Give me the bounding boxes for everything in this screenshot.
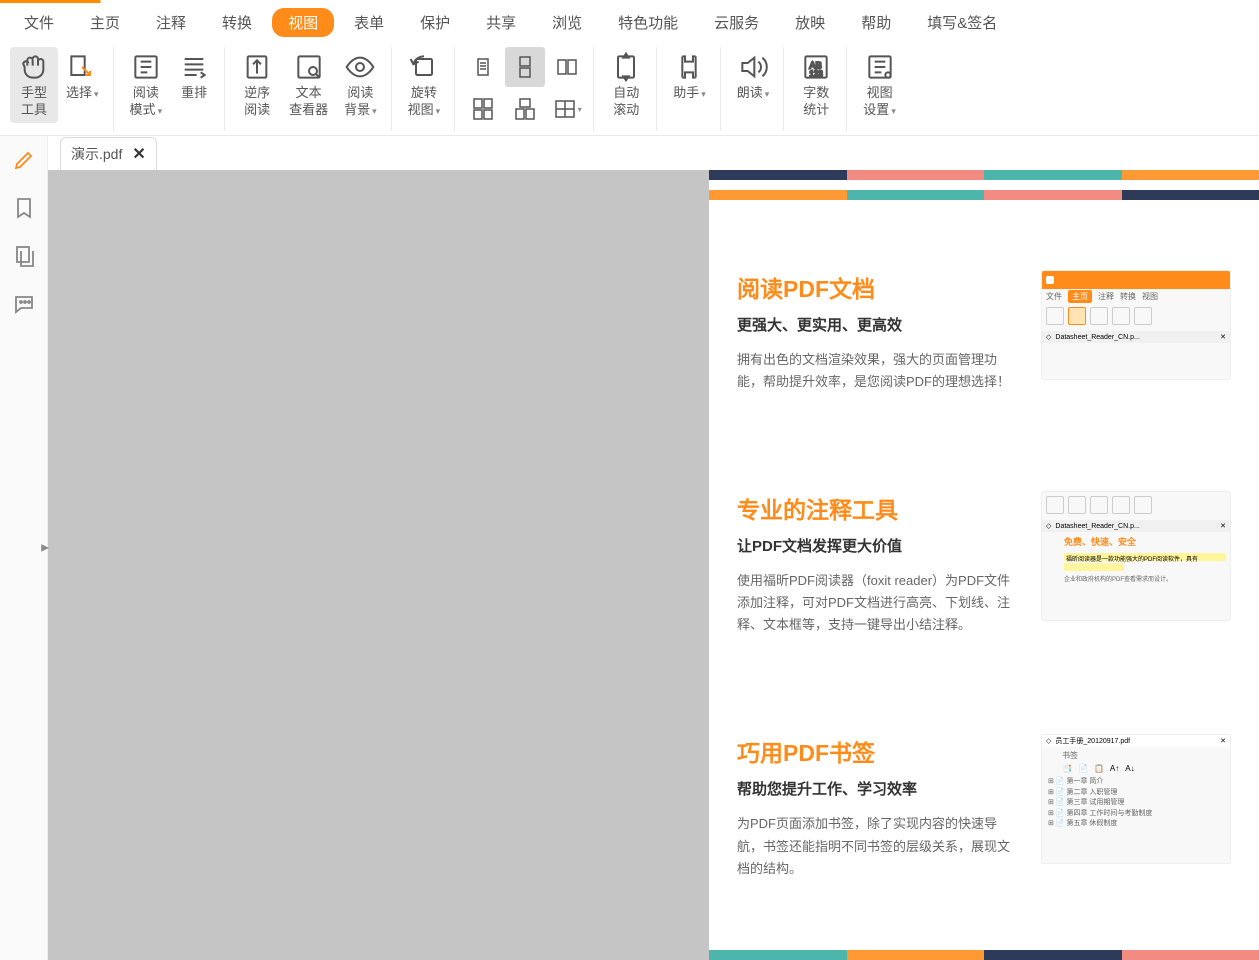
menu-features[interactable]: 特色功能	[602, 8, 694, 37]
feature-1-desc: 拥有出色的文档渲染效果，强大的页面管理功能，帮助提升效率，是您阅读PDF的理想选…	[737, 349, 1021, 393]
comment-icon[interactable]	[12, 292, 36, 316]
word-count-icon: AB123	[800, 51, 832, 83]
ribbon: 手型 工具 选择 阅读 模式 重排 逆序 阅读 文本 查看器 阅读 背景	[0, 41, 1259, 136]
assistant-icon	[673, 51, 705, 83]
select-button[interactable]: 选择	[58, 47, 107, 106]
menu-share[interactable]: 共享	[470, 8, 532, 37]
auto-scroll-label: 自动 滚动	[613, 85, 639, 119]
document-viewport[interactable]: 阅读PDF文档 更强大、更实用、更高效 拥有出色的文档渲染效果，强大的页面管理功…	[48, 170, 1259, 960]
auto-scroll-button[interactable]: 自动 滚动	[602, 47, 650, 123]
feature-3-subtitle: 帮助您提升工作、学习效率	[737, 778, 1021, 799]
menu-comment[interactable]: 注释	[140, 8, 202, 37]
view-settings-label: 视图 设置	[863, 85, 896, 119]
eye-icon	[344, 51, 376, 83]
word-count-button[interactable]: AB123 字数 统计	[792, 47, 840, 123]
expand-rail-icon[interactable]: ▶	[41, 543, 49, 554]
word-count-label: 字数 统计	[803, 85, 829, 119]
hand-tool-label: 手型 工具	[21, 85, 47, 119]
text-viewer-button[interactable]: 文本 查看器	[281, 47, 336, 123]
speaker-icon	[737, 51, 769, 83]
rotate-view-label: 旋转 视图	[408, 85, 441, 119]
split-view-button[interactable]	[547, 89, 587, 129]
reflow-button[interactable]: 重排	[170, 47, 218, 106]
read-bg-label: 阅读 背景	[344, 85, 377, 119]
svg-text:123: 123	[810, 69, 824, 78]
menu-fillsign[interactable]: 填写&签名	[911, 8, 1013, 37]
menu-home[interactable]: 主页	[74, 8, 136, 37]
read-mode-label: 阅读 模式	[130, 85, 163, 119]
feature-1-subtitle: 更强大、更实用、更高效	[737, 314, 1021, 335]
facing-page-button[interactable]	[547, 47, 587, 87]
view-settings-icon	[864, 51, 896, 83]
rotate-icon	[408, 51, 440, 83]
continuous-page-button[interactable]	[505, 47, 545, 87]
read-aloud-label: 朗读	[737, 85, 770, 102]
page-content: 阅读PDF文档 更强大、更实用、更高效 拥有出色的文档渲染效果，强大的页面管理功…	[709, 170, 1259, 960]
reflow-icon	[178, 51, 210, 83]
bottom-stripe	[709, 950, 1259, 960]
menu-protect[interactable]: 保护	[404, 8, 466, 37]
reflow-label: 重排	[181, 85, 207, 102]
assistant-button[interactable]: 助手	[665, 47, 714, 106]
feature-2-subtitle: 让PDF文档发挥更大价值	[737, 535, 1021, 556]
menu-slideshow[interactable]: 放映	[779, 8, 841, 37]
feature-2-title: 专业的注释工具	[737, 491, 1021, 525]
top-stripe-1	[709, 170, 1259, 180]
hand-icon	[18, 51, 50, 83]
menu-convert[interactable]: 转换	[206, 8, 268, 37]
read-aloud-button[interactable]: 朗读	[729, 47, 778, 106]
text-viewer-icon	[293, 51, 325, 83]
reverse-icon	[241, 51, 273, 83]
pencil-icon[interactable]	[12, 148, 36, 172]
document-tab-label: 演示.pdf	[71, 144, 122, 164]
menu-form[interactable]: 表单	[338, 8, 400, 37]
document-tab-bar: 演示.pdf ✕	[48, 136, 1259, 170]
reverse-read-label: 逆序 阅读	[244, 85, 270, 119]
menu-view[interactable]: 视图	[272, 8, 334, 37]
feature-bookmark: 巧用PDF书签 帮助您提升工作、学习效率 为PDF页面添加书签，除了实现内容的快…	[709, 704, 1259, 887]
left-rail: ▶	[0, 136, 48, 960]
pages-icon[interactable]	[12, 244, 36, 268]
menu-file[interactable]: 文件	[8, 8, 70, 37]
content-area: 演示.pdf ✕ 阅读PDF文档 更强大、更实用、更高效 拥有出色的文档渲染效果…	[48, 136, 1259, 960]
feature-annotation: 专业的注释工具 让PDF文档发挥更大价值 使用福昕PDF阅读器（foxit re…	[709, 461, 1259, 644]
auto-scroll-icon	[610, 51, 642, 83]
assistant-label: 助手	[673, 85, 706, 102]
page-blank-area	[48, 170, 709, 960]
feature-1-title: 阅读PDF文档	[737, 270, 1021, 304]
feature-3-desc: 为PDF页面添加书签，除了实现内容的快速导航，书签还能指明不同书签的层级关系，展…	[737, 813, 1021, 879]
menu-bar: 文件 主页 注释 转换 视图 表单 保护 共享 浏览 特色功能 云服务 放映 帮…	[0, 3, 1259, 41]
feature-2-desc: 使用福昕PDF阅读器（foxit reader）为PDF文件添加注释，可对PDF…	[737, 570, 1021, 636]
menu-cloud[interactable]: 云服务	[698, 8, 775, 37]
continuous-facing-button[interactable]	[463, 89, 503, 129]
feature-3-title: 巧用PDF书签	[737, 734, 1021, 768]
select-icon	[66, 51, 98, 83]
select-label: 选择	[66, 85, 99, 102]
feature-3-image: ◇员工手册_20120917.pdf✕ 书签 📑📄📋A↑A↓ 第一章 简介 第二…	[1041, 734, 1231, 864]
cover-page-button[interactable]	[505, 89, 545, 129]
single-page-button[interactable]	[463, 47, 503, 87]
document-tab[interactable]: 演示.pdf ✕	[60, 137, 157, 170]
rotate-view-button[interactable]: 旋转 视图	[400, 47, 449, 123]
bookmark-icon[interactable]	[12, 196, 36, 220]
feature-read-pdf: 阅读PDF文档 更强大、更实用、更高效 拥有出色的文档渲染效果，强大的页面管理功…	[709, 240, 1259, 401]
close-tab-icon[interactable]: ✕	[132, 144, 145, 164]
menu-help[interactable]: 帮助	[845, 8, 907, 37]
reverse-read-button[interactable]: 逆序 阅读	[233, 47, 281, 123]
main-area: ▶ 演示.pdf ✕ 阅读PDF文档 更强大、更实用、更高效 拥有出色的文档渲染…	[0, 136, 1259, 960]
page-layout-grid	[463, 47, 587, 129]
hand-tool-button[interactable]: 手型 工具	[10, 47, 58, 123]
feature-1-image: 文件主页注释转换视图 ◇Datasheet_Reader_CN.p...✕	[1041, 270, 1231, 380]
text-viewer-label: 文本 查看器	[289, 85, 328, 119]
menu-browse[interactable]: 浏览	[536, 8, 598, 37]
feature-2-image: ◇Datasheet_Reader_CN.p...✕ 免费、快速、安全 福昕阅读…	[1041, 491, 1231, 621]
read-bg-button[interactable]: 阅读 背景	[336, 47, 385, 123]
view-settings-button[interactable]: 视图 设置	[855, 47, 904, 123]
top-stripe-2	[709, 190, 1259, 200]
book-icon	[130, 51, 162, 83]
read-mode-button[interactable]: 阅读 模式	[122, 47, 171, 123]
